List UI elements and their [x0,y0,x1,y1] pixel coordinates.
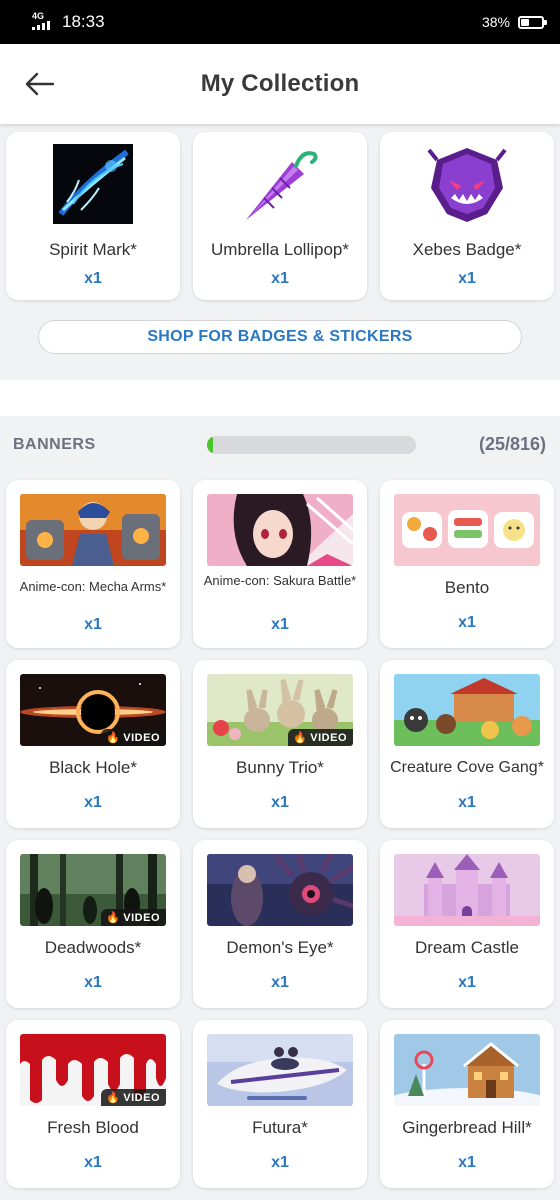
banners-progress-count: (25/816) [478,434,546,454]
banner-name: Gingerbread Hill* [402,1118,532,1137]
banner-card-creature-cove-gang[interactable]: Creature Cove Gang* x1 [380,660,554,828]
banner-name: Anime-con: Sakura Battle* [203,573,357,588]
page-title: My Collection [200,70,360,97]
banner-card-demons-eye[interactable]: Demon's Eye* x1 [193,840,367,1008]
badge-count: x1 [84,270,102,287]
banner-card-bento[interactable]: Bento x1 [380,480,554,648]
banner-count: x1 [271,616,289,633]
banner-image [207,494,353,566]
arrow-left-icon [25,72,55,96]
banner-name: Fresh Blood [47,1118,139,1137]
banner-card-mecha-arms[interactable]: Anime-con: Mecha Arms* x1 [6,480,180,648]
banner-count: x1 [458,1154,476,1171]
banner-count: x1 [458,974,476,991]
banner-image: 🔥 VIDEO [20,674,166,746]
battery-icon [518,15,547,29]
banner-image [207,854,353,926]
back-button[interactable] [22,66,58,102]
video-label: VIDEO [123,731,160,744]
umbrella-lollipop-image [246,151,318,220]
flame-icon: 🔥 [106,912,121,924]
banner-name: Black Hole* [49,758,137,777]
status-time: 18:33 [62,12,105,31]
badge-name: Xebes Badge* [412,240,522,259]
banner-card-bunny-trio[interactable]: 🔥 VIDEO Bunny Trio* x1 [193,660,367,828]
banner-image [20,494,166,566]
banner-count: x1 [271,794,289,811]
banner-card-deadwoods[interactable]: 🔥 VIDEO Deadwoods* x1 [6,840,180,1008]
banner-name: Bunny Trio* [236,758,324,777]
shop-section: SHOP FOR BADGES & STICKERS [0,318,560,380]
banner-count: x1 [271,974,289,991]
badge-name: Spirit Mark* [49,240,137,259]
banner-image: 🔥 VIDEO [20,1034,166,1106]
banner-name: Bento [444,578,490,597]
video-badge: 🔥 VIDEO [101,909,166,926]
shop-badges-stickers-button[interactable]: SHOP FOR BADGES & STICKERS [38,320,522,354]
video-label: VIDEO [123,911,160,924]
banner-count: x1 [84,974,102,991]
battery-percent: 38% [481,14,510,30]
app-header: My Collection [0,44,560,124]
banner-image [394,674,540,746]
banners-header: BANNERS (25/816) [0,416,560,476]
banner-image: 🔥 VIDEO [20,854,166,926]
banner-name: Dream Castle [415,938,519,957]
signal-icon: 4G [32,11,54,31]
banner-count: x1 [458,794,476,811]
banner-name: Deadwoods* [44,938,142,957]
banner-card-dream-castle[interactable]: Dream Castle x1 [380,840,554,1008]
banner-count: x1 [271,1154,289,1171]
banner-image [394,1034,540,1106]
badge-card-xebes-badge[interactable]: Xebes Badge* x1 [380,132,554,300]
video-label: VIDEO [310,731,347,744]
banner-count: x1 [458,614,476,631]
badge-count: x1 [458,270,476,287]
banner-image [207,1034,353,1106]
banners-title: BANNERS [13,436,96,453]
section-divider [0,380,560,416]
banner-card-futura[interactable]: Futura* x1 [193,1020,367,1188]
badge-count: x1 [271,270,289,287]
video-badge: 🔥 VIDEO [288,729,353,746]
banners-progress-bar [207,436,416,454]
video-label: VIDEO [123,1091,160,1104]
network-label: 4G [32,11,45,21]
flame-icon: 🔥 [106,732,121,744]
spirit-mark-image [53,144,133,224]
status-bar: 4G 18:33 38% [0,0,560,44]
banner-name: Futura* [252,1118,308,1137]
flame-icon: 🔥 [106,1092,121,1104]
badge-name: Umbrella Lollipop* [211,240,349,259]
banner-count: x1 [84,794,102,811]
flame-icon: 🔥 [293,732,308,744]
xebes-badge-image [427,148,507,222]
banner-image: 🔥 VIDEO [207,674,353,746]
badge-card-spirit-mark[interactable]: Spirit Mark* x1 [6,132,180,300]
banner-image [394,854,540,926]
banner-card-sakura-battle[interactable]: Anime-con: Sakura Battle* x1 [193,480,367,648]
badge-card-umbrella-lollipop[interactable]: Umbrella Lollipop* x1 [193,132,367,300]
banner-count: x1 [84,616,102,633]
banner-card-fresh-blood[interactable]: 🔥 VIDEO Fresh Blood x1 [6,1020,180,1188]
video-badge: 🔥 VIDEO [101,729,166,746]
banner-count: x1 [84,1154,102,1171]
banner-name: Creature Cove Gang* [390,759,544,776]
banner-name: Demon's Eye* [226,938,334,957]
banner-card-gingerbread-hill[interactable]: Gingerbread Hill* x1 [380,1020,554,1188]
video-badge: 🔥 VIDEO [101,1089,166,1106]
banner-card-black-hole[interactable]: 🔥 VIDEO Black Hole* x1 [6,660,180,828]
banner-image [394,494,540,566]
banner-name: Anime-con: Mecha Arms* [19,579,167,594]
